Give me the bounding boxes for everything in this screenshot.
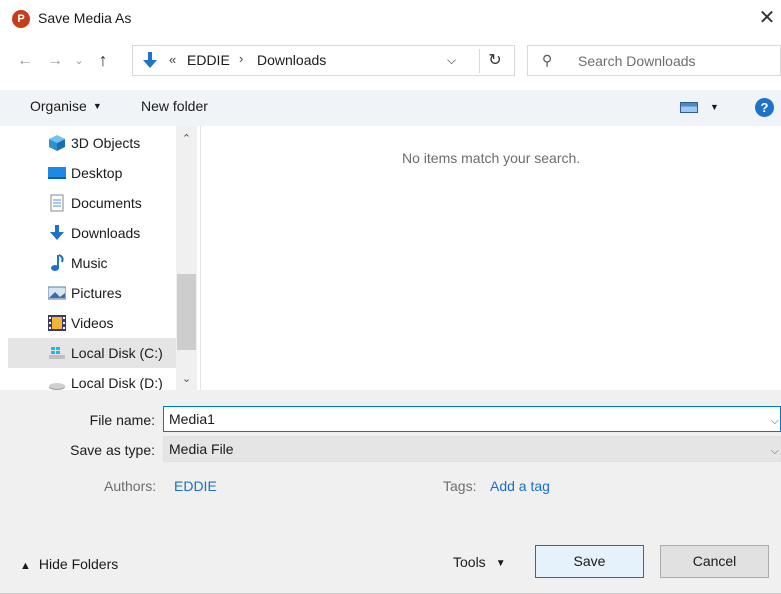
- navigation-pane: 3D Objects Desktop Documents Downloads M…: [0, 126, 200, 390]
- save-button[interactable]: Save: [535, 545, 644, 578]
- hide-folders-button[interactable]: ▲ Hide Folders: [20, 556, 118, 572]
- cube-icon: [48, 134, 66, 152]
- chevron-down-icon[interactable]: ⌵: [447, 53, 456, 68]
- nav-item-3d-objects[interactable]: 3D Objects: [8, 128, 176, 158]
- save-type-value: Media File: [169, 441, 234, 457]
- file-name-field[interactable]: Media1: [163, 406, 781, 432]
- download-arrow-icon: [143, 52, 157, 73]
- title-bar: P Save Media As ✕: [0, 0, 781, 38]
- back-arrow-icon[interactable]: ←: [14, 52, 36, 70]
- command-toolbar: Organise ▼ New folder ▼ ?: [0, 90, 781, 126]
- recent-locations-chevron-icon[interactable]: ⌄: [72, 54, 86, 67]
- chevron-right-icon[interactable]: ›: [239, 51, 243, 66]
- windows-drive-icon: [48, 344, 66, 362]
- empty-results-message: No items match your search.: [402, 150, 581, 166]
- tags-value[interactable]: Add a tag: [490, 478, 550, 494]
- nav-item-downloads[interactable]: Downloads: [8, 218, 176, 248]
- scroll-down-icon[interactable]: ⌄: [176, 372, 197, 385]
- file-name-value: Media1: [169, 411, 215, 427]
- pane-divider[interactable]: [200, 126, 201, 390]
- nav-item-videos[interactable]: Videos: [8, 308, 176, 338]
- caret-down-icon: ▼: [495, 558, 506, 569]
- nav-item-local-disk-c[interactable]: Local Disk (C:): [8, 338, 176, 368]
- nav-item-label: 3D Objects: [71, 135, 141, 151]
- nav-item-label: Desktop: [71, 165, 123, 181]
- address-bar[interactable]: « EDDIE › Downloads ⌵ ↻: [132, 45, 515, 76]
- tools-button[interactable]: Tools ▼: [453, 554, 506, 570]
- save-options-panel: File name: Media1 ⌵ Save as type: Media …: [0, 390, 781, 594]
- search-icon: ⚲: [542, 52, 553, 68]
- powerpoint-icon: P: [12, 10, 33, 28]
- drive-icon: [48, 374, 66, 390]
- nav-item-label: Documents: [71, 195, 142, 211]
- caret-down-icon[interactable]: ▼: [710, 102, 719, 112]
- nav-item-label: Downloads: [71, 225, 141, 241]
- organise-button[interactable]: Organise ▼: [30, 98, 102, 114]
- pictures-icon: [47, 284, 67, 302]
- scroll-up-icon[interactable]: ⌃: [176, 132, 197, 145]
- nav-item-label: Local Disk (D:): [71, 375, 163, 390]
- chevron-down-icon[interactable]: ⌵: [771, 416, 779, 427]
- organise-label: Organise: [30, 98, 87, 114]
- change-view-icon[interactable]: [680, 102, 698, 113]
- tools-label: Tools: [453, 554, 486, 570]
- desktop-icon: [48, 164, 66, 182]
- breadcrumb-eddie[interactable]: EDDIE: [187, 52, 230, 68]
- new-folder-button[interactable]: New folder: [141, 98, 208, 114]
- tags-label: Tags:: [443, 478, 477, 494]
- nav-item-local-disk-d[interactable]: Local Disk (D:): [8, 368, 176, 390]
- music-note-icon: [48, 254, 66, 272]
- cancel-button[interactable]: Cancel: [660, 545, 769, 578]
- caret-down-icon: ▼: [92, 101, 102, 111]
- document-icon: [48, 194, 66, 212]
- up-arrow-icon[interactable]: ↑: [92, 50, 114, 71]
- nav-item-pictures[interactable]: Pictures: [8, 278, 176, 308]
- refresh-icon[interactable]: ↻: [479, 49, 510, 73]
- authors-value[interactable]: EDDIE: [174, 478, 217, 494]
- search-placeholder: Search Downloads: [578, 53, 696, 69]
- nav-item-label: Music: [71, 255, 108, 271]
- forward-arrow-icon[interactable]: →: [44, 52, 66, 70]
- videos-icon: [48, 314, 66, 332]
- nav-item-label: Pictures: [71, 285, 122, 301]
- nav-pane-scrollbar[interactable]: ⌃ ⌄: [176, 126, 197, 390]
- save-type-select[interactable]: Media File: [163, 436, 781, 462]
- nav-item-label: Local Disk (C:): [71, 345, 163, 361]
- chevron-down-icon[interactable]: ⌵: [771, 446, 779, 457]
- nav-item-label: Videos: [71, 315, 114, 331]
- scrollbar-thumb[interactable]: [177, 274, 196, 350]
- help-icon[interactable]: ?: [755, 98, 774, 117]
- nav-item-desktop[interactable]: Desktop: [8, 158, 176, 188]
- caret-up-icon: ▲: [20, 560, 31, 572]
- hide-folders-label: Hide Folders: [38, 556, 119, 572]
- breadcrumb-downloads[interactable]: Downloads: [257, 52, 326, 68]
- close-icon[interactable]: ✕: [756, 6, 778, 32]
- breadcrumb-overflow[interactable]: «: [169, 52, 176, 67]
- file-name-label: File name:: [89, 412, 155, 428]
- download-arrow-icon: [48, 224, 66, 242]
- nav-item-music[interactable]: Music: [8, 248, 176, 278]
- search-input[interactable]: ⚲ Search Downloads: [527, 45, 781, 76]
- save-type-label: Save as type:: [70, 442, 155, 458]
- window-title: Save Media As: [38, 10, 132, 26]
- authors-label: Authors:: [104, 478, 157, 494]
- nav-item-documents[interactable]: Documents: [8, 188, 176, 218]
